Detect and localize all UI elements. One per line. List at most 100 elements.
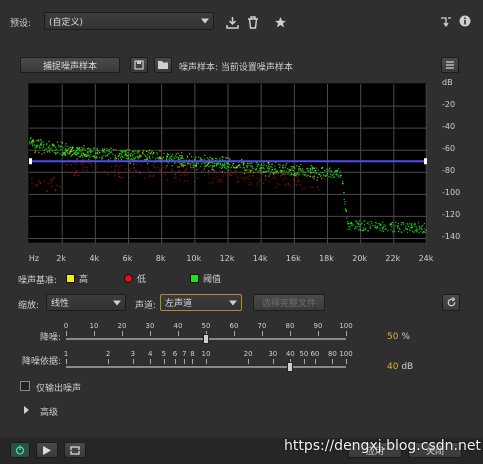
reset-icon[interactable] bbox=[442, 294, 460, 311]
noise-point-threshold bbox=[132, 150, 134, 152]
noise-point-high bbox=[143, 150, 145, 152]
noise-point-threshold bbox=[293, 165, 295, 167]
noise-point-threshold bbox=[327, 169, 329, 171]
noise-point-high bbox=[243, 167, 245, 169]
noise-point-low bbox=[186, 166, 188, 168]
noise-point-low bbox=[272, 177, 274, 179]
reduce-by-slider[interactable]: 1 2 3 4 5 6 7 8 10 20 30 40 50 60 80 100 bbox=[60, 350, 353, 374]
noise-point-threshold bbox=[44, 150, 46, 152]
reduction-readout[interactable]: 50 % bbox=[387, 332, 410, 342]
noise-point-high bbox=[181, 152, 183, 154]
noise-point-threshold bbox=[262, 167, 264, 169]
advanced-label[interactable]: 高级 bbox=[40, 405, 58, 418]
delete-preset-icon[interactable] bbox=[245, 14, 261, 30]
noise-point-high bbox=[207, 163, 209, 165]
noise-point-threshold bbox=[340, 174, 342, 176]
slider-tick-mark bbox=[248, 359, 250, 364]
noise-point-threshold bbox=[81, 154, 83, 156]
favorite-star-icon[interactable] bbox=[272, 14, 288, 30]
info-icon[interactable] bbox=[458, 14, 472, 28]
noise-point-threshold bbox=[329, 167, 331, 169]
noise-point-low bbox=[265, 175, 267, 177]
noise-point-high bbox=[101, 158, 103, 160]
reduce-by-readout[interactable]: 40 dB bbox=[387, 362, 413, 372]
noise-point-low bbox=[279, 175, 281, 177]
noise-point-threshold bbox=[405, 228, 407, 230]
capture-noise-print-button[interactable]: 捕捉噪声样本 bbox=[20, 57, 120, 73]
noise-point-threshold bbox=[49, 151, 51, 153]
graph-menu-icon[interactable] bbox=[441, 57, 459, 73]
noise-point-threshold bbox=[227, 166, 229, 168]
noise-point-threshold bbox=[298, 174, 300, 176]
noise-point-high bbox=[243, 162, 245, 164]
save-noise-print-icon[interactable] bbox=[130, 57, 148, 73]
noise-point-threshold bbox=[52, 144, 54, 146]
noise-point-high bbox=[56, 141, 59, 143]
noise-point-high bbox=[270, 171, 272, 173]
noise-point-threshold bbox=[78, 156, 80, 158]
advanced-expand-icon[interactable] bbox=[24, 406, 29, 414]
noise-point-threshold bbox=[119, 154, 121, 156]
noise-point-low bbox=[78, 174, 80, 176]
reduction-slider[interactable]: 0 10 20 30 40 50 60 70 80 90 100 bbox=[60, 322, 353, 346]
channel-select[interactable]: 左声道 bbox=[160, 294, 242, 311]
noise-point-threshold bbox=[62, 147, 64, 149]
x-tick-label: 14k bbox=[252, 254, 268, 263]
save-preset-icon[interactable] bbox=[224, 14, 240, 30]
noise-point-threshold bbox=[378, 222, 380, 225]
loop-icon[interactable] bbox=[64, 442, 86, 458]
noise-point-high bbox=[146, 159, 148, 161]
noise-point-low bbox=[133, 167, 135, 169]
noise-point-high bbox=[131, 158, 133, 160]
power-toggle-icon[interactable] bbox=[10, 442, 30, 458]
noise-point-threshold bbox=[92, 151, 94, 153]
noise-point-threshold bbox=[330, 170, 332, 172]
noise-point-threshold bbox=[39, 144, 41, 146]
noise-point-threshold bbox=[347, 228, 349, 230]
noise-point-high bbox=[48, 145, 50, 147]
slider-track[interactable] bbox=[66, 366, 346, 368]
noise-point-threshold bbox=[342, 180, 344, 182]
noise-point-threshold bbox=[382, 221, 384, 223]
noise-point-threshold bbox=[279, 166, 281, 168]
noise-point-high bbox=[222, 156, 224, 158]
noise-point-threshold bbox=[384, 228, 386, 230]
noise-point-low bbox=[274, 173, 276, 175]
noise-point-low bbox=[171, 168, 173, 170]
noise-point-high bbox=[317, 176, 319, 178]
noise-point-threshold bbox=[402, 223, 404, 225]
output-noise-only-checkbox[interactable] bbox=[20, 381, 30, 391]
noise-point-threshold bbox=[125, 157, 127, 159]
noise-point-threshold bbox=[390, 224, 392, 226]
noise-point-threshold bbox=[410, 224, 412, 227]
noise-point-threshold bbox=[192, 163, 194, 165]
noise-point-low bbox=[90, 162, 92, 164]
noise-point-threshold bbox=[274, 165, 276, 167]
noise-point-threshold bbox=[34, 145, 36, 147]
slider-tick-mark bbox=[94, 331, 95, 336]
slider-tick-mark bbox=[108, 359, 110, 364]
noise-point-low bbox=[178, 179, 180, 181]
open-folder-icon[interactable] bbox=[154, 57, 172, 73]
slider-thumb[interactable] bbox=[203, 334, 209, 344]
scale-select[interactable]: 线性 bbox=[46, 294, 126, 311]
play-icon[interactable] bbox=[36, 442, 58, 458]
routing-icon[interactable] bbox=[438, 14, 454, 30]
select-entire-file-button[interactable]: 选择完整文件 bbox=[253, 294, 325, 311]
noise-point-high bbox=[225, 157, 227, 159]
noise-point-low bbox=[284, 173, 286, 175]
noise-point-low bbox=[297, 175, 299, 178]
slider-tick-mark bbox=[234, 331, 235, 336]
noise-point-threshold bbox=[211, 165, 213, 167]
slider-tick-mark bbox=[314, 359, 316, 364]
preset-select[interactable]: (自定义) bbox=[44, 12, 214, 30]
noise-point-threshold bbox=[146, 157, 148, 159]
noise-point-low bbox=[275, 177, 277, 179]
noise-point-threshold bbox=[260, 163, 263, 165]
noise-spectrum-graph[interactable] bbox=[28, 83, 427, 244]
noise-point-threshold bbox=[46, 144, 48, 146]
noise-point-low bbox=[118, 172, 120, 175]
noise-point-high bbox=[315, 170, 317, 172]
slider-thumb[interactable] bbox=[287, 362, 294, 372]
noise-point-high bbox=[259, 167, 261, 169]
